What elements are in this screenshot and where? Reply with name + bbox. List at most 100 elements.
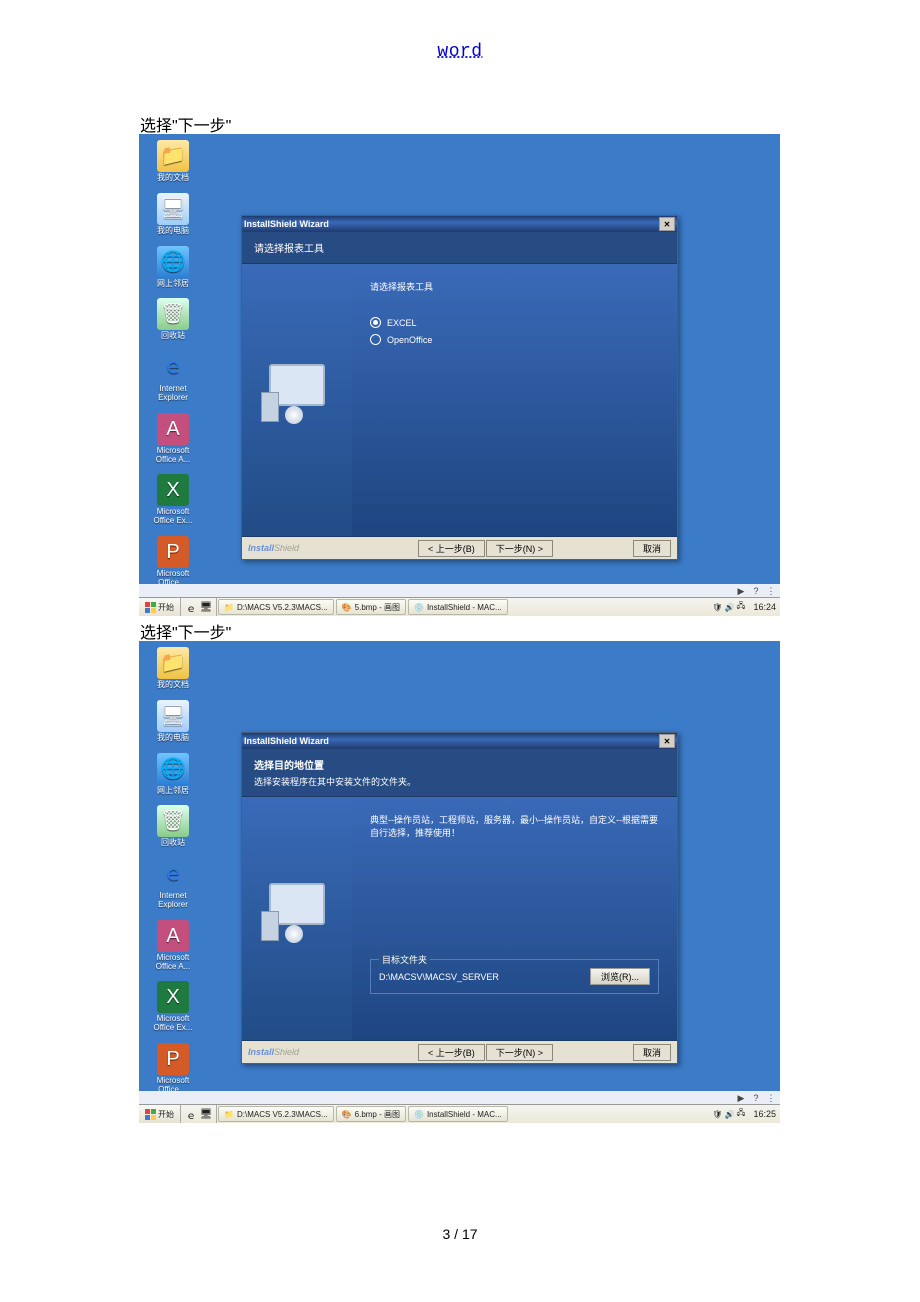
network-tray-icon[interactable]: 🖧 — [737, 1107, 746, 1121]
option-excel[interactable]: EXCEL — [370, 317, 659, 328]
desktop-ql-icon[interactable]: 🖥 — [200, 601, 212, 613]
next-button[interactable]: 下一步(N) > — [486, 1044, 553, 1061]
installer-header-text: 请选择报表工具 — [254, 240, 665, 255]
quick-launch[interactable]: ｅ 🖥 — [181, 1105, 217, 1123]
network-icon: 🌐 — [157, 246, 189, 278]
icon-office-ppt[interactable]: PMicrosoft Office ... — [148, 1043, 198, 1095]
destination-path: D:\MACSV\MACSV_SERVER — [379, 972, 499, 982]
installer-prompt: 请选择报表工具 — [370, 280, 659, 293]
taskbar-item-installer[interactable]: 💿InstallShield - MAC... — [408, 1106, 508, 1122]
volume-icon[interactable]: 🔊 — [725, 603, 735, 612]
icon-internet-explorer[interactable]: ｅInternet Explorer — [148, 351, 198, 403]
desktop-2: 📁我的文档 🖥我的电脑 🌐网上邻居 🗑回收站 ｅInternet Explore… — [139, 641, 780, 1123]
icon-my-computer[interactable]: 🖥我的电脑 — [148, 700, 198, 743]
volume-icon[interactable]: 🔊 — [725, 1110, 735, 1119]
taskbar-item-installer[interactable]: 💿InstallShield - MAC... — [408, 599, 508, 615]
icon-office-excel[interactable]: XMicrosoft Office Ex... — [148, 474, 198, 526]
brand-label: InstallShield — [248, 1047, 299, 1057]
tip-icon[interactable]: ▶ — [735, 586, 747, 596]
cancel-button[interactable]: 取消 — [633, 540, 671, 557]
icon-office-excel[interactable]: XMicrosoft Office Ex... — [148, 981, 198, 1033]
cancel-button[interactable]: 取消 — [633, 1044, 671, 1061]
taskbar[interactable]: 开始 ｅ 🖥 📁D:\MACS V5.2.3\MACS... 🎨6.bmp - … — [139, 1104, 780, 1123]
excel-icon: X — [157, 474, 189, 506]
pc-icon: 🖥 — [157, 700, 189, 732]
window-title: InstallShield Wizard — [244, 736, 329, 746]
icon-network-places[interactable]: 🌐网上邻居 — [148, 246, 198, 289]
clock[interactable]: 16:24 — [749, 602, 780, 612]
ie-icon: ｅ — [157, 858, 189, 890]
titlebar[interactable]: InstallShield Wizard ✕ — [242, 216, 677, 232]
taskbar-item-folder[interactable]: 📁D:\MACS V5.2.3\MACS... — [218, 599, 334, 615]
installer-footer: InstallShield < 上一步(B) 下一步(N) > 取消 — [242, 536, 677, 559]
caption-2: 选择"下一步" — [140, 619, 231, 643]
close-button[interactable]: ✕ — [659, 217, 675, 231]
paint-icon: 🎨 — [342, 603, 352, 612]
close-button[interactable]: ✕ — [659, 734, 675, 748]
tray-icons: 🛡 🔊 🖧 — [710, 1107, 747, 1121]
icon-my-documents[interactable]: 📁我的文档 — [148, 140, 198, 183]
taskbar-item-paint[interactable]: 🎨5.bmp - 画图 — [336, 599, 406, 615]
paint-icon: 🎨 — [342, 1110, 352, 1119]
ie-icon: ｅ — [157, 351, 189, 383]
excel-icon: X — [157, 981, 189, 1013]
bin-icon: 🗑 — [157, 298, 189, 330]
icon-recycle-bin[interactable]: 🗑回收站 — [148, 298, 198, 341]
desktop-icons: 📁我的文档 🖥我的电脑 🌐网上邻居 🗑回收站 ｅInternet Explore… — [148, 647, 208, 1123]
tray-icons: 🛡 🔊 🖧 — [710, 600, 747, 614]
back-button[interactable]: < 上一步(B) — [418, 540, 485, 557]
windows-logo-icon — [145, 1109, 156, 1120]
taskbar-item-paint[interactable]: 🎨6.bmp - 画图 — [336, 1106, 406, 1122]
icon-my-computer[interactable]: 🖥我的电脑 — [148, 193, 198, 236]
doc-header-link[interactable]: word — [437, 42, 482, 62]
icon-office-access[interactable]: AMicrosoft Office A... — [148, 413, 198, 465]
icon-internet-explorer[interactable]: ｅInternet Explorer — [148, 858, 198, 910]
icon-network-places[interactable]: 🌐网上邻居 — [148, 753, 198, 796]
system-tray[interactable]: 🛡 🔊 🖧 16:25 — [710, 1105, 780, 1123]
network-tray-icon[interactable]: 🖧 — [737, 600, 746, 614]
tip-icon[interactable]: ▶ — [735, 1093, 747, 1103]
shield-icon[interactable]: 🛡 — [712, 1110, 722, 1119]
brand-label: InstallShield — [248, 543, 299, 553]
browse-button[interactable]: 浏览(R)... — [590, 968, 650, 985]
help-icon[interactable]: ? — [750, 586, 762, 596]
help-icon[interactable]: ? — [750, 1093, 762, 1103]
installer-content: 请选择报表工具 EXCEL OpenOffice — [242, 264, 677, 536]
icon-recycle-bin[interactable]: 🗑回收站 — [148, 805, 198, 848]
installer-footer: InstallShield < 上一步(B) 下一步(N) > 取消 — [242, 1040, 677, 1063]
system-tray[interactable]: 🛡 🔊 🖧 16:24 — [710, 598, 780, 616]
taskbar[interactable]: 开始 ｅ 🖥 📁D:\MACS V5.2.3\MACS... 🎨5.bmp - … — [139, 597, 780, 616]
option-openoffice[interactable]: OpenOffice — [370, 334, 659, 345]
destination-folder-group: 目标文件夹 D:\MACSV\MACSV_SERVER 浏览(R)... — [370, 959, 659, 994]
caption-1: 选择"下一步" — [140, 112, 231, 136]
menu-icon[interactable]: ⋮ — [765, 586, 777, 596]
shield-icon[interactable]: 🛡 — [712, 603, 722, 612]
taskbar-item-folder[interactable]: 📁D:\MACS V5.2.3\MACS... — [218, 1106, 334, 1122]
back-button[interactable]: < 上一步(B) — [418, 1044, 485, 1061]
installer-window-1: InstallShield Wizard ✕ 请选择报表工具 — [241, 215, 678, 560]
desktop-1: 📁我的文档 🖥我的电脑 🌐网上邻居 🗑回收站 ｅInternet Explore… — [139, 134, 780, 616]
radio-selected-icon — [370, 317, 381, 328]
quick-launch[interactable]: ｅ 🖥 — [181, 598, 217, 616]
desktop-ql-icon[interactable]: 🖥 — [200, 1108, 212, 1120]
icon-office-ppt[interactable]: PMicrosoft Office ... — [148, 536, 198, 588]
desktop-icons: 📁我的文档 🖥我的电脑 🌐网上邻居 🗑回收站 ｅInternet Explore… — [148, 140, 208, 616]
ie-ql-icon[interactable]: ｅ — [185, 601, 197, 613]
installer-content: 典型--操作员站，工程师站，服务器，最小--操作员站，自定义--根据需要自行选择… — [242, 797, 677, 1040]
menu-icon[interactable]: ⋮ — [765, 1093, 777, 1103]
windows-logo-icon — [145, 602, 156, 613]
installer-illustration-pane — [242, 264, 352, 536]
installer-header-sub: 选择安装程序在其中安装文件的文件夹。 — [254, 775, 665, 788]
ie-ql-icon[interactable]: ｅ — [185, 1108, 197, 1120]
access-icon: A — [157, 413, 189, 445]
start-button[interactable]: 开始 — [139, 598, 181, 616]
folder-icon: 📁 — [157, 647, 189, 679]
installer-illustration-pane — [242, 797, 352, 1040]
start-button[interactable]: 开始 — [139, 1105, 181, 1123]
icon-my-documents[interactable]: 📁我的文档 — [148, 647, 198, 690]
titlebar[interactable]: InstallShield Wizard ✕ — [242, 733, 677, 749]
clock[interactable]: 16:25 — [749, 1109, 780, 1119]
icon-office-access[interactable]: AMicrosoft Office A... — [148, 920, 198, 972]
ppt-icon: P — [157, 1043, 189, 1075]
next-button[interactable]: 下一步(N) > — [486, 540, 553, 557]
